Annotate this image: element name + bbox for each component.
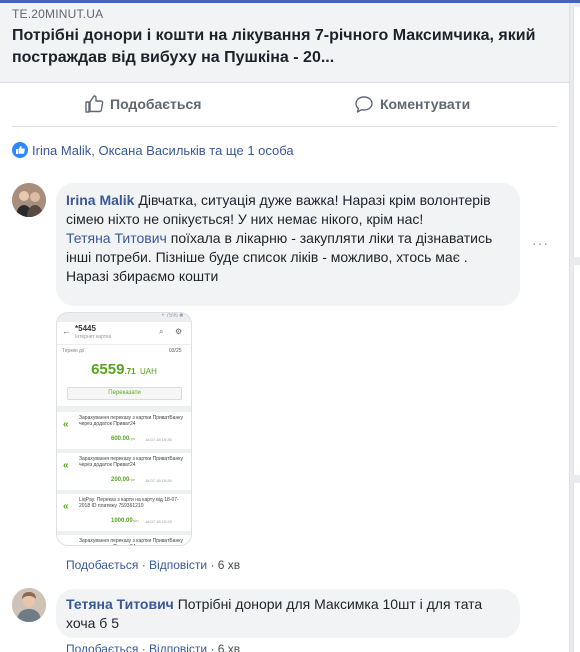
avatar[interactable] <box>12 588 46 622</box>
like-button[interactable]: Подобається <box>84 93 201 115</box>
transaction-item: « LiqPay. Переказ з карти на карту від 1… <box>57 494 191 535</box>
right-column-card <box>573 483 580 652</box>
divider <box>12 126 557 127</box>
phone-screen: ← *5445 Інтернет картка ⌕ ⚙ Термін дії 0… <box>57 322 191 545</box>
reactions-text[interactable]: Irina Malik, Оксана Васильків та ще 1 ос… <box>32 143 294 158</box>
phone-status-bar: • 75% ■ <box>57 313 191 322</box>
link-title[interactable]: Потрібні донори і кошти на лікування 7-р… <box>12 25 552 69</box>
transfer-button: Переказати <box>67 387 182 400</box>
right-column-background <box>570 3 580 652</box>
comment-bubble: Irina Malik Дівчатка, ситуація дуже важк… <box>56 183 520 306</box>
comment-text: Irina Malik Дівчатка, ситуація дуже важк… <box>66 191 512 286</box>
incoming-chevron-icon: « <box>63 460 69 471</box>
right-column-card <box>573 7 580 257</box>
incoming-chevron-icon: « <box>63 501 69 512</box>
attached-phone-screenshot[interactable]: • 75% ■ ← *5445 Інтернет картка ⌕ ⚙ Терм… <box>56 312 192 546</box>
comment-time[interactable]: 6 хв <box>218 558 240 572</box>
right-column-card <box>573 265 580 475</box>
comment-author[interactable]: Тетяна Титович <box>66 596 174 612</box>
comment-author[interactable]: Irina Malik <box>66 192 134 208</box>
post-actions-bar: Подобається Коментувати <box>0 83 569 126</box>
back-arrow-icon: ← <box>62 326 71 336</box>
like-button-label: Подобається <box>110 96 202 112</box>
gear-icon: ⚙ <box>175 327 183 336</box>
phone-app-header: ← *5445 Інтернет картка ⌕ ⚙ <box>57 322 191 345</box>
balance: 6559.71 UAH <box>91 361 157 378</box>
speech-bubble-icon <box>355 96 373 113</box>
comment-text: Тетяна Титович Потрібні донори для Макси… <box>66 595 512 633</box>
more-options-icon[interactable]: ··· <box>532 235 549 251</box>
like-reaction-icon <box>12 142 28 158</box>
comment-like-link[interactable]: Подобається <box>66 642 138 652</box>
term-value: 03/25 <box>169 348 182 354</box>
comment-meta: Подобається · Відповісти · 6 хв <box>66 642 240 652</box>
card-subtitle: Інтернет картка <box>75 334 112 340</box>
comment-reply-link[interactable]: Відповісти <box>149 558 207 572</box>
comment-time[interactable]: 6 хв <box>218 642 240 652</box>
incoming-chevron-icon: « <box>63 419 69 430</box>
search-icon: ⌕ <box>159 327 164 336</box>
reactions-summary[interactable]: Irina Malik, Оксана Васильків та ще 1 ос… <box>12 140 294 160</box>
comment-mention[interactable]: Тетяна Титович <box>66 230 167 246</box>
comment-button-label: Коментувати <box>380 96 471 112</box>
transaction-item: « Зарахування переказу з картки ПриватБа… <box>57 453 191 494</box>
transaction-item: « Зарахування переказу з картки ПриватБа… <box>57 412 191 453</box>
incoming-chevron-icon: « <box>63 542 69 545</box>
comment-meta: Подобається · Відповісти · 6 хв <box>66 558 241 572</box>
thumbs-up-icon <box>85 95 104 113</box>
card-number: *5445 <box>75 324 96 333</box>
link-preview[interactable]: TE.20MINUT.UA Потрібні донори і кошти на… <box>0 3 569 83</box>
link-domain: TE.20MINUT.UA <box>12 7 104 21</box>
comment-bubble: Тетяна Титович Потрібні донори для Макси… <box>56 589 520 638</box>
comment-like-link[interactable]: Подобається <box>66 558 138 572</box>
comment-reply-link[interactable]: Відповісти <box>149 642 207 652</box>
avatar[interactable] <box>12 183 46 217</box>
comment-button[interactable]: Коментувати <box>354 93 470 115</box>
transaction-item: « Зарахування переказу з картки ПриватБа… <box>57 535 191 545</box>
term-label: Термін дії <box>62 348 85 354</box>
post-card: TE.20MINUT.UA Потрібні донори і кошти на… <box>0 3 570 652</box>
